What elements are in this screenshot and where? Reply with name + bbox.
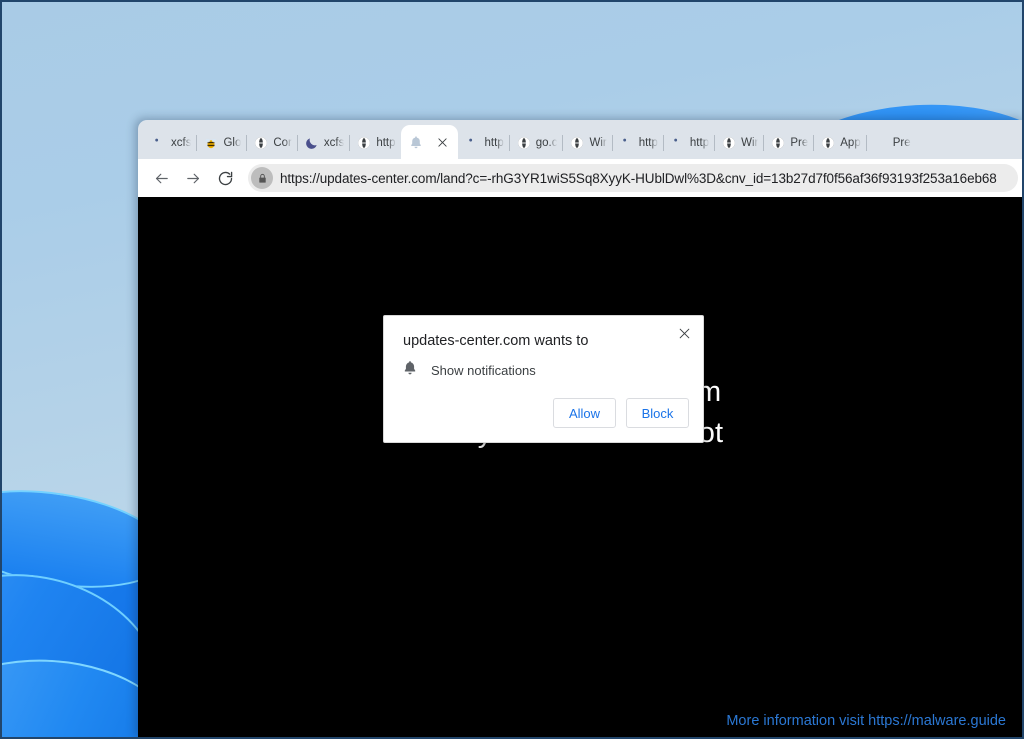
browser-tab[interactable] bbox=[400, 125, 458, 159]
tab-label: http bbox=[689, 136, 710, 149]
notification-permission-dialog: updates-center.com wants to Show notific… bbox=[383, 315, 704, 443]
block-button[interactable]: Block bbox=[626, 398, 689, 428]
browser-tab[interactable]: http bbox=[662, 126, 714, 159]
dot-favicon-icon bbox=[620, 136, 634, 150]
browser-window: xcfs Glo Cor xcfs http http go.c Wir http http Wir… bbox=[138, 120, 1024, 739]
bee-favicon-icon bbox=[204, 136, 218, 150]
page-viewport: Click "Allow" to confirm that you are no… bbox=[138, 197, 1024, 739]
tab-label: Wir bbox=[589, 136, 607, 149]
tab-label: http bbox=[638, 136, 658, 149]
dot-favicon-icon bbox=[671, 136, 685, 150]
globe-favicon-icon bbox=[254, 136, 268, 150]
tab-label: http bbox=[376, 136, 396, 149]
bell-icon bbox=[403, 360, 417, 381]
permission-request-label: Show notifications bbox=[431, 363, 536, 378]
browser-tab[interactable]: App bbox=[813, 126, 865, 159]
dot-favicon-icon bbox=[152, 136, 166, 150]
globe-favicon-icon bbox=[722, 136, 736, 150]
browser-tab[interactable]: xcfs bbox=[296, 126, 349, 159]
close-tab-icon[interactable] bbox=[434, 133, 452, 151]
tab-label: Glo bbox=[223, 136, 242, 149]
close-icon[interactable] bbox=[673, 322, 695, 344]
globe-favicon-icon bbox=[357, 136, 371, 150]
tab-strip: xcfs Glo Cor xcfs http http go.c Wir http http Wir… bbox=[138, 120, 1024, 159]
globe-favicon-icon bbox=[771, 136, 785, 150]
address-bar[interactable]: https://updates-center.com/land?c=-rhG3Y… bbox=[248, 164, 1018, 192]
permission-request-row: Show notifications bbox=[403, 360, 536, 381]
tab-label: App bbox=[840, 136, 861, 149]
forward-button[interactable] bbox=[178, 163, 208, 193]
browser-tab[interactable]: Wir bbox=[562, 126, 611, 159]
browser-tab[interactable]: go.c bbox=[508, 126, 563, 159]
browser-tab[interactable]: http bbox=[458, 126, 509, 159]
browser-tab[interactable]: Cor bbox=[246, 126, 297, 159]
globe-favicon-icon bbox=[570, 136, 584, 150]
dot-favicon-icon bbox=[466, 136, 480, 150]
permission-dialog-actions: Allow Block bbox=[553, 398, 689, 428]
browser-tab[interactable]: Pre bbox=[865, 126, 916, 159]
lock-icon[interactable] bbox=[251, 167, 273, 189]
globe-favicon-icon bbox=[821, 136, 835, 150]
tab-label: xcfs bbox=[323, 136, 345, 149]
reload-button[interactable] bbox=[210, 163, 240, 193]
moon-favicon-icon bbox=[305, 136, 319, 150]
browser-toolbar: https://updates-center.com/land?c=-rhG3Y… bbox=[138, 159, 1024, 197]
none bbox=[874, 136, 888, 150]
tab-label: go.c bbox=[535, 136, 558, 149]
browser-tab[interactable]: Wir bbox=[714, 126, 763, 159]
bell-favicon-icon bbox=[409, 135, 423, 149]
tab-label: http bbox=[484, 136, 504, 149]
browser-tab[interactable]: Glo bbox=[196, 126, 246, 159]
browser-tab[interactable]: http bbox=[611, 126, 663, 159]
tab-label: Pre bbox=[892, 136, 911, 149]
permission-dialog-title: updates-center.com wants to bbox=[403, 333, 589, 349]
footer-link[interactable]: More information visit https://malware.g… bbox=[726, 713, 1006, 729]
tab-label: Pre bbox=[790, 136, 809, 149]
tab-label: xcfs bbox=[171, 136, 192, 149]
allow-button[interactable]: Allow bbox=[553, 398, 616, 428]
back-button[interactable] bbox=[146, 163, 176, 193]
browser-tab[interactable]: xcfs bbox=[144, 126, 196, 159]
url-text[interactable]: https://updates-center.com/land?c=-rhG3Y… bbox=[280, 171, 997, 186]
desktop: xcfs Glo Cor xcfs http http go.c Wir http http Wir… bbox=[0, 0, 1024, 739]
browser-tab[interactable]: http bbox=[349, 126, 400, 159]
globe-favicon-icon bbox=[517, 136, 531, 150]
tab-label: Cor bbox=[273, 136, 292, 149]
tab-label: Wir bbox=[741, 136, 759, 149]
browser-tab[interactable]: Pre bbox=[763, 126, 813, 159]
